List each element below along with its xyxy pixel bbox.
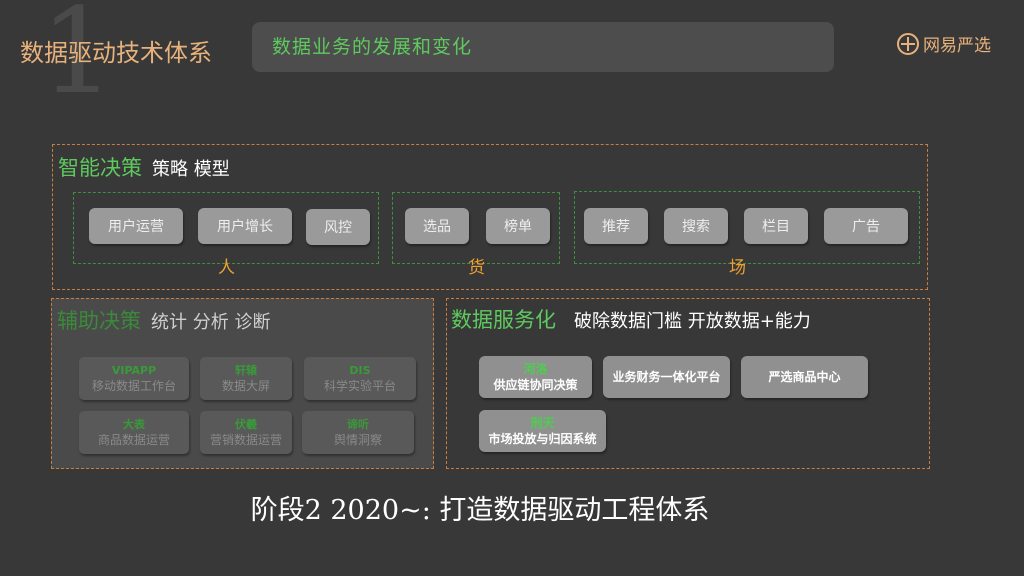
group-label-people: 人 [218,258,235,278]
svc-desc: 市场投放与归因系统 [488,431,597,446]
card-desc: 科学实验平台 [323,378,396,393]
subtitle-bar: 数据业务的发展和变化 [252,22,834,72]
brand-logo-text: 网易严选 [923,36,991,56]
aux-decision-subheading: 统计 分析 诊断 [151,312,271,333]
group-label-goods: 货 [468,258,485,278]
aux-decision-header: 辅助决策 统计 分析 诊断 [57,305,270,335]
card-desc: 数据大屏 [221,378,270,393]
btn-search[interactable]: 搜索 [664,208,728,244]
card-name: VIPAPP [111,363,157,377]
btn-user-operation[interactable]: 用户运营 [89,208,183,244]
svc-desc: 严选商品中心 [768,370,841,384]
card-xuanyuan[interactable]: 轩辕 数据大屏 [200,357,292,400]
card-name: 伏羲 [235,417,257,431]
card-name: 谛听 [347,417,369,431]
svc-desc: 业务财务一体化平台 [612,370,721,384]
smart-decision-subheading: 策略 模型 [152,159,230,180]
svc-desc: 供应链协同决策 [493,377,578,392]
btn-recommend[interactable]: 推荐 [584,208,648,244]
card-desc: 舆情洞察 [333,432,382,447]
btn-user-growth[interactable]: 用户增长 [198,208,292,244]
aux-decision-heading: 辅助决策 [57,309,141,333]
card-vipapp[interactable]: VIPAPP 移动数据工作台 [79,357,189,400]
brand-logo-icon [897,32,919,55]
data-service-header: 数据服务化 破除数据门槛 开放数据+能力 [451,304,811,334]
card-desc: 营销数据运营 [209,432,282,447]
svc-name: 刑天 [530,415,555,430]
btn-product-selection[interactable]: 选品 [405,208,469,244]
card-desc: 移动数据工作台 [91,378,176,393]
stage-caption: 阶段2 2020~: 打造数据驱动工程体系 [250,495,710,526]
data-service-heading: 数据服务化 [451,308,556,332]
data-service-subheading: 破除数据门槛 开放数据+能力 [574,311,811,332]
svc-name: 河洛 [523,361,548,376]
card-name: 大表 [123,417,145,431]
page-title: 数据驱动技术体系 [20,39,212,67]
svc-product-center[interactable]: 严选商品中心 [741,356,868,398]
card-dis[interactable]: DIS 科学实验平台 [304,357,416,400]
card-diting[interactable]: 谛听 舆情洞察 [302,411,414,454]
page-subtitle: 数据业务的发展和变化 [272,36,473,58]
brand-logo: 网易严选 [897,31,991,56]
btn-ranking[interactable]: 榜单 [486,208,550,244]
smart-decision-header: 智能决策 策略 模型 [58,152,230,182]
btn-advertising[interactable]: 广告 [824,208,908,244]
card-desc: 商品数据运营 [97,432,170,447]
svc-heluo[interactable]: 河洛 供应链协同决策 [479,356,592,398]
smart-decision-heading: 智能决策 [58,156,142,180]
btn-column[interactable]: 栏目 [744,208,808,244]
card-fuxi[interactable]: 伏羲 营销数据运营 [200,411,292,454]
group-label-scene: 场 [729,258,746,278]
card-dabiao[interactable]: 大表 商品数据运营 [79,411,189,454]
card-name: DIS [349,363,371,377]
btn-risk-control[interactable]: 风控 [306,209,370,245]
svc-finance-platform[interactable]: 业务财务一体化平台 [603,356,730,398]
svc-xingtian[interactable]: 刑天 市场投放与归因系统 [479,410,606,452]
card-name: 轩辕 [235,363,257,377]
